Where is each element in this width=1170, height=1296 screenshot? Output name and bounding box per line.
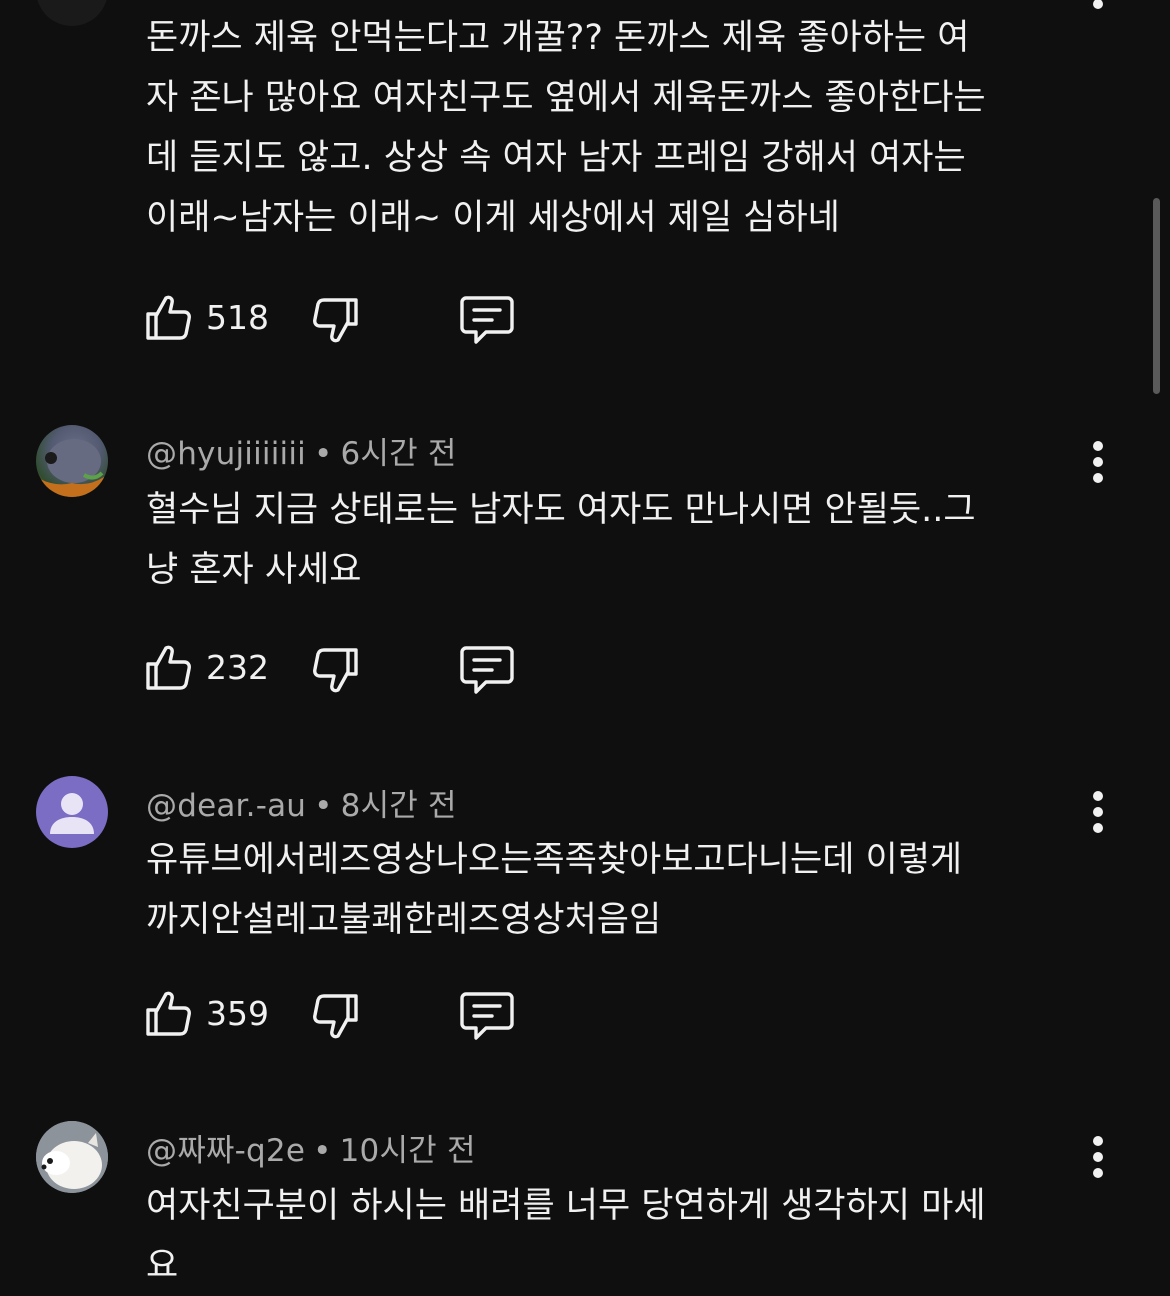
like-count: 232: [206, 648, 269, 687]
comment-author[interactable]: @짜짜-q2e: [146, 1133, 305, 1169]
comment-actions: 232: [142, 640, 562, 696]
comment-time: 6시간 전: [340, 436, 457, 472]
reply-icon[interactable]: [458, 292, 516, 346]
avatar[interactable]: [36, 776, 108, 848]
comment-time: 8시간 전: [340, 788, 457, 824]
avatar[interactable]: [36, 0, 108, 26]
comment-meta: @짜짜-q2e • 10시간 전: [146, 1125, 476, 1170]
comment-text: 유튜브에서레즈영상나오는족족찾아보고다니는데 이렇게 까지안설레고불쾌한레즈영상…: [146, 840, 963, 940]
scrollbar[interactable]: [1153, 198, 1160, 394]
like-count: 359: [206, 994, 269, 1033]
reply-icon[interactable]: [458, 988, 516, 1042]
comment-author[interactable]: @dear.-au: [146, 788, 306, 824]
separator: •: [313, 436, 333, 472]
comment-text: 돈까스 제육 안먹는다고 개꿀?? 돈까스 제육 좋아하는 여 자 존나 많아요…: [146, 18, 986, 238]
comment-text: 혈수님 지금 상태로는 남자도 여자도 만나시면 안될듯..그 냥 혼자 사세요: [146, 490, 976, 590]
more-options-icon[interactable]: [1084, 790, 1112, 834]
comment-actions: 359: [142, 986, 562, 1042]
reply-icon[interactable]: [458, 642, 516, 696]
dislike-icon[interactable]: [310, 990, 362, 1042]
comment-text: 여자친구분이 하시는 배려를 너무 당연하게 생각하지 마세 요: [146, 1186, 986, 1286]
dislike-icon[interactable]: [310, 644, 362, 696]
more-options-icon[interactable]: [1084, 440, 1112, 484]
more-options-icon[interactable]: [1084, 1135, 1112, 1179]
comment-meta: @dear.-au • 8시간 전: [146, 780, 457, 825]
like-count: 518: [206, 298, 269, 337]
avatar[interactable]: [36, 1121, 108, 1193]
avatar[interactable]: [36, 425, 108, 497]
dislike-icon[interactable]: [310, 294, 362, 346]
separator: •: [314, 788, 333, 824]
comment-actions: 518: [142, 290, 562, 346]
comment-meta: @hyujiiiiiii • 6시간 전: [146, 428, 457, 473]
comment-time: 10시간 전: [339, 1133, 476, 1169]
comment-author[interactable]: @hyujiiiiiii: [146, 436, 306, 472]
like-icon[interactable]: [142, 988, 194, 1040]
separator: •: [313, 1133, 332, 1169]
like-icon[interactable]: [142, 292, 194, 344]
like-icon[interactable]: [142, 642, 194, 694]
